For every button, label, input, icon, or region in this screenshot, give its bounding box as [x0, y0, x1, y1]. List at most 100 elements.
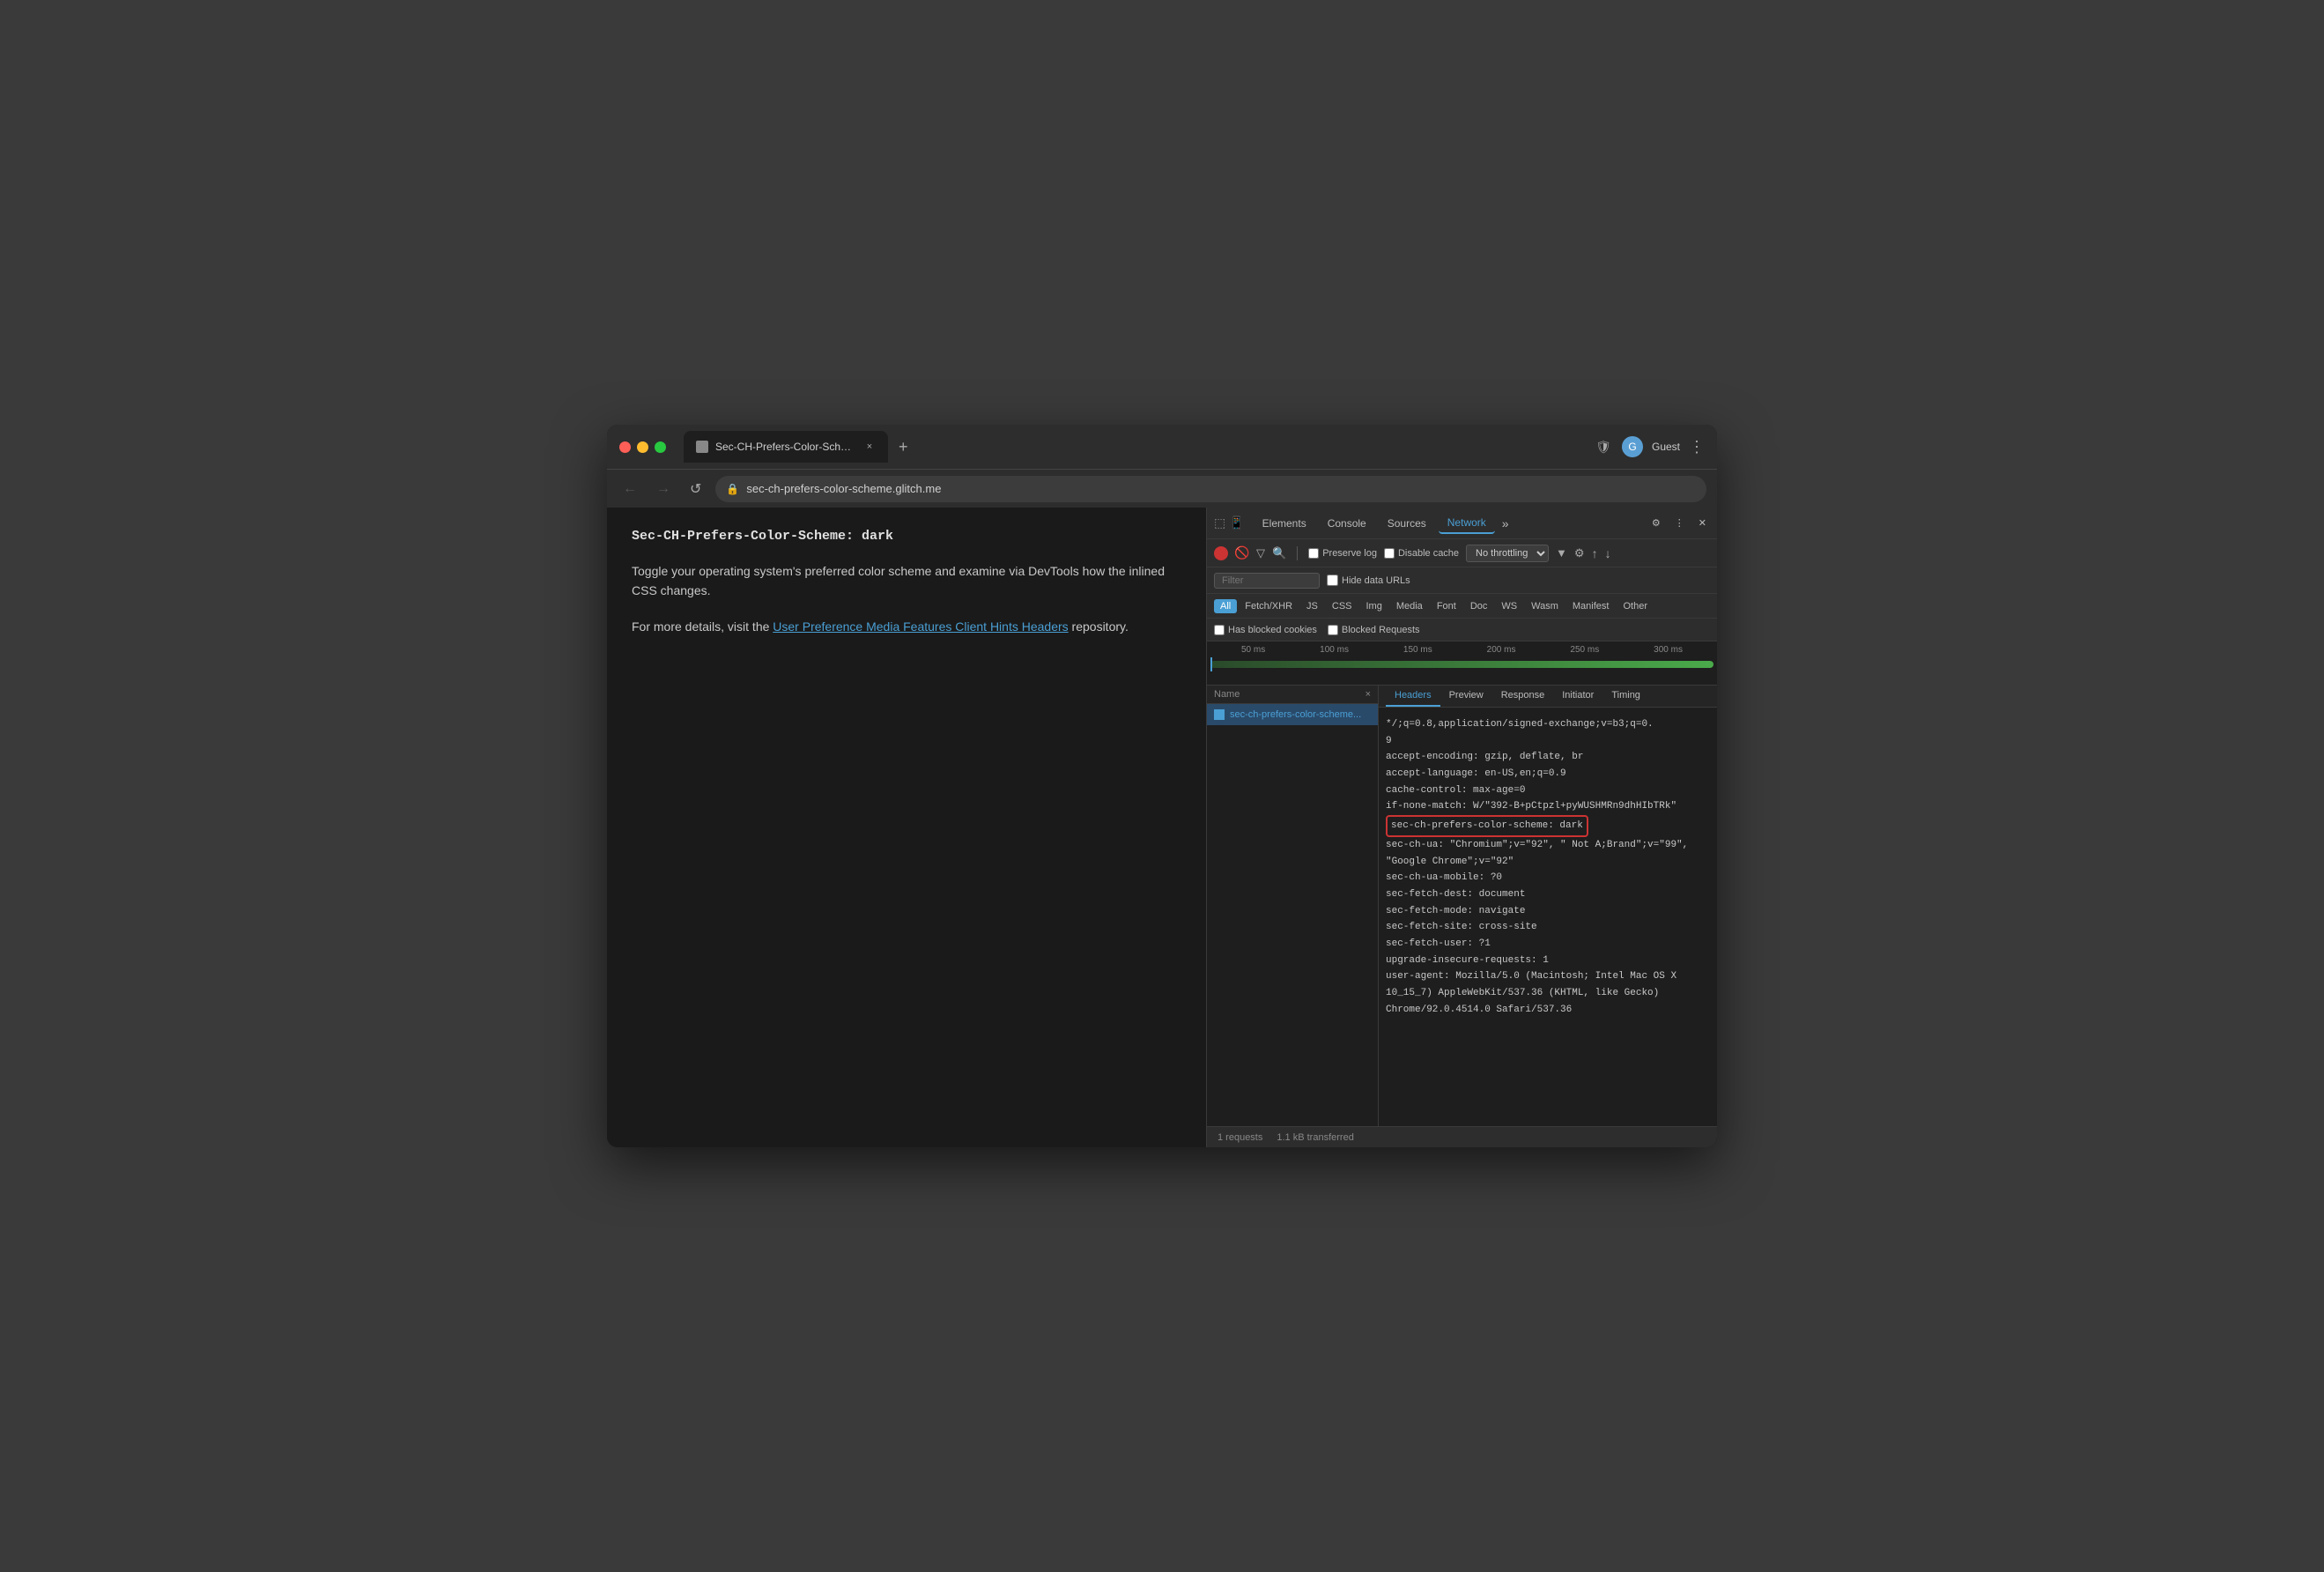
type-all-button[interactable]: All	[1214, 599, 1237, 613]
tab-headers[interactable]: Headers	[1386, 686, 1440, 707]
record-button[interactable]	[1214, 546, 1228, 560]
timeline-label-1: 100 ms	[1320, 645, 1349, 655]
tab-console[interactable]: Console	[1319, 514, 1375, 533]
preserve-log-label: Preserve log	[1308, 548, 1377, 559]
header-line-14: user-agent: Mozilla/5.0 (Macintosh; Inte…	[1386, 968, 1710, 1018]
tab-response[interactable]: Response	[1492, 686, 1554, 707]
type-font-button[interactable]: Font	[1431, 599, 1462, 613]
headers-tabs-bar: Headers Preview Response Initiator Timin…	[1379, 686, 1717, 708]
para2-prefix: For more details, visit the	[632, 619, 773, 634]
blocked-cookies-label: Has blocked cookies	[1214, 625, 1317, 635]
header-line-12: sec-fetch-user: ?1	[1386, 936, 1710, 953]
type-js-button[interactable]: JS	[1300, 599, 1324, 613]
blocked-requests-label: Blocked Requests	[1328, 625, 1420, 635]
close-devtools-icon[interactable]: ✕	[1695, 515, 1710, 530]
highlighted-header: sec-ch-prefers-color-scheme: dark	[1386, 815, 1588, 837]
type-fetch-button[interactable]: Fetch/XHR	[1239, 599, 1299, 613]
shield-icon[interactable]: 🛡	[1594, 437, 1613, 456]
tab-sources[interactable]: Sources	[1379, 514, 1435, 533]
tab-elements[interactable]: Elements	[1254, 514, 1315, 533]
profile-label: Guest	[1652, 441, 1680, 453]
minimize-button[interactable]	[637, 441, 648, 453]
blocked-row: Has blocked cookies Blocked Requests	[1207, 619, 1717, 641]
status-bar: 1 requests 1.1 kB transferred	[1207, 1126, 1717, 1147]
headers-panel-container: Headers Preview Response Initiator Timin…	[1379, 686, 1717, 1126]
file-list: Name × sec-ch-prefers-color-scheme...	[1207, 686, 1379, 1126]
type-doc-button[interactable]: Doc	[1464, 599, 1494, 613]
type-css-button[interactable]: CSS	[1326, 599, 1358, 613]
type-ws-button[interactable]: WS	[1495, 599, 1523, 613]
type-wasm-button[interactable]: Wasm	[1525, 599, 1565, 613]
title-bar: Sec-CH-Prefers-Color-Schem... × + 🛡 G Gu…	[607, 425, 1717, 469]
disable-cache-label: Disable cache	[1384, 548, 1459, 559]
webpage-link[interactable]: User Preference Media Features Client Hi…	[773, 619, 1068, 634]
more-tabs-button[interactable]: »	[1499, 513, 1513, 534]
header-line-7: sec-ch-ua: "Chromium";v="92", " Not A;Br…	[1386, 837, 1710, 870]
tab-network[interactable]: Network	[1439, 513, 1495, 534]
filter-input[interactable]	[1214, 573, 1320, 589]
maximize-button[interactable]	[655, 441, 666, 453]
hide-data-urls-label: Hide data URLs	[1327, 575, 1410, 586]
settings-icon[interactable]: ⚙	[1648, 515, 1664, 530]
search-button[interactable]: 🔍	[1272, 546, 1286, 560]
settings2-icon[interactable]: ⚙	[1574, 546, 1585, 560]
lock-icon: 🔒	[726, 483, 739, 495]
preserve-log-checkbox[interactable]	[1308, 548, 1319, 559]
file-item[interactable]: sec-ch-prefers-color-scheme...	[1207, 704, 1378, 725]
active-tab[interactable]: Sec-CH-Prefers-Color-Schem... ×	[684, 431, 888, 463]
export-button[interactable]: ↓	[1605, 546, 1611, 560]
inspect-icon[interactable]: ⬚	[1214, 515, 1225, 530]
blocked-cookies-checkbox[interactable]	[1214, 625, 1225, 635]
forward-button[interactable]: →	[651, 478, 676, 501]
hide-data-urls-checkbox[interactable]	[1327, 575, 1338, 586]
kebab-menu-button[interactable]: ⋮	[1689, 438, 1705, 456]
browser-window: Sec-CH-Prefers-Color-Schem... × + 🛡 G Gu…	[607, 425, 1717, 1147]
timeline-progress	[1210, 661, 1713, 668]
webpage: Sec-CH-Prefers-Color-Scheme: dark Toggle…	[607, 508, 1206, 1147]
profile-icon[interactable]: G	[1622, 436, 1643, 457]
blocked-requests-checkbox[interactable]	[1328, 625, 1338, 635]
more-options-icon[interactable]: ⋮	[1671, 515, 1688, 530]
network-toolbar: 🚫 ▽ 🔍 Preserve log Disable cache No thro…	[1207, 539, 1717, 567]
header-line-13: upgrade-insecure-requests: 1	[1386, 953, 1710, 969]
tab-initiator[interactable]: Initiator	[1553, 686, 1602, 707]
import-button[interactable]: ↑	[1592, 546, 1598, 560]
address-field[interactable]: 🔒 sec-ch-prefers-color-scheme.glitch.me	[715, 476, 1706, 502]
disable-cache-checkbox[interactable]	[1384, 548, 1395, 559]
close-button[interactable]	[619, 441, 631, 453]
type-media-button[interactable]: Media	[1390, 599, 1429, 613]
timeline-label-3: 200 ms	[1487, 645, 1516, 655]
timeline-bar: 50 ms 100 ms 150 ms 200 ms 250 ms 300 ms	[1207, 641, 1717, 686]
address-text: sec-ch-prefers-color-scheme.glitch.me	[746, 482, 941, 495]
separator	[1297, 546, 1298, 560]
file-list-close: ×	[1366, 689, 1371, 700]
tab-close-button[interactable]: ×	[863, 441, 876, 453]
type-img-button[interactable]: Img	[1360, 599, 1388, 613]
clear-button[interactable]: 🚫	[1235, 546, 1249, 560]
tab-preview[interactable]: Preview	[1440, 686, 1492, 707]
type-manifest-button[interactable]: Manifest	[1566, 599, 1616, 613]
filter-button[interactable]: ▽	[1256, 546, 1265, 560]
webpage-paragraph-1: Toggle your operating system's preferred…	[632, 561, 1181, 601]
back-button[interactable]: ←	[618, 478, 642, 501]
header-line-2: accept-encoding: gzip, deflate, br	[1386, 749, 1710, 766]
timeline-label-4: 250 ms	[1570, 645, 1599, 655]
header-line-11: sec-fetch-site: cross-site	[1386, 919, 1710, 936]
file-list-header: Name ×	[1207, 686, 1378, 704]
device-icon[interactable]: 📱	[1229, 515, 1244, 530]
timeline-axis: 50 ms 100 ms 150 ms 200 ms 250 ms 300 ms	[1207, 645, 1717, 655]
type-other-button[interactable]: Other	[1617, 599, 1654, 613]
header-line-8: sec-ch-ua-mobile: ?0	[1386, 870, 1710, 886]
tab-bar: Sec-CH-Prefers-Color-Schem... × +	[684, 431, 1585, 463]
webpage-title: Sec-CH-Prefers-Color-Scheme: dark	[632, 529, 1181, 544]
transferred-size: 1.1 kB transferred	[1277, 1132, 1353, 1143]
throttle-select[interactable]: No throttling	[1466, 545, 1549, 562]
throttle-arrow: ▼	[1556, 546, 1567, 560]
address-bar: ← → ↺ 🔒 sec-ch-prefers-color-scheme.glit…	[607, 469, 1717, 508]
devtools-tabs-bar: ⬚ 📱 Elements Console Sources Network » ⚙…	[1207, 508, 1717, 539]
tab-timing[interactable]: Timing	[1602, 686, 1649, 707]
webpage-paragraph-2: For more details, visit the User Prefere…	[632, 617, 1181, 636]
new-tab-button[interactable]: +	[892, 434, 915, 460]
network-content: Name × sec-ch-prefers-color-scheme... He…	[1207, 686, 1717, 1126]
reload-button[interactable]: ↺	[685, 477, 707, 501]
